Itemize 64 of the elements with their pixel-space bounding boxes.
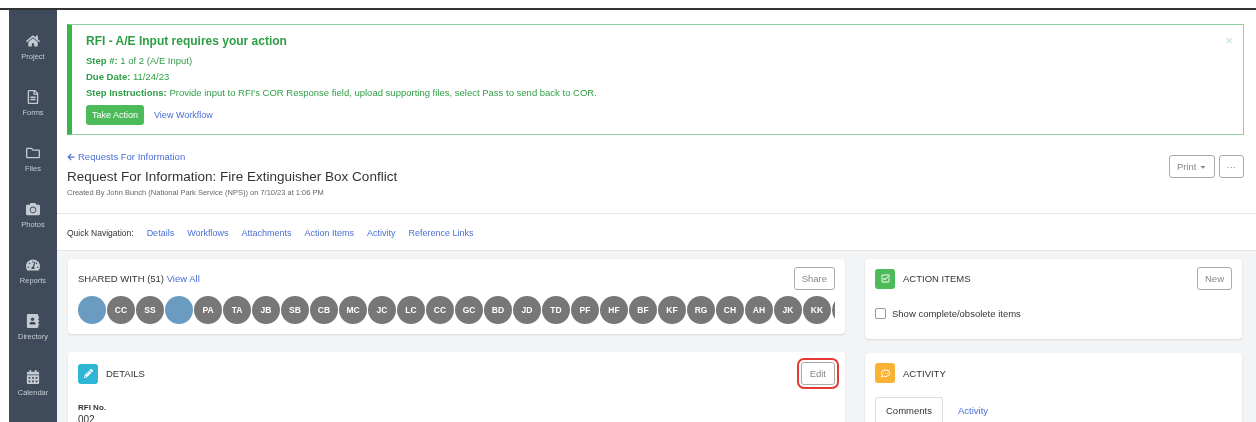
avatar: JD bbox=[513, 296, 541, 324]
quick-navigation-label: Quick Navigation: bbox=[67, 228, 134, 238]
avatar: CC bbox=[107, 296, 135, 324]
avatar: JB bbox=[252, 296, 280, 324]
back-link[interactable]: Requests For Information bbox=[67, 151, 398, 162]
avatar: JK bbox=[774, 296, 802, 324]
details-title: DETAILS bbox=[106, 368, 145, 379]
page-title: Request For Information: Fire Extinguisher Box Conflict bbox=[67, 169, 398, 184]
quick-nav-link[interactable]: Activity bbox=[367, 228, 396, 238]
avatar: PA bbox=[194, 296, 222, 324]
avatar: CH bbox=[716, 296, 744, 324]
avatar-photo-placeholder bbox=[78, 296, 106, 324]
avatar: KF bbox=[658, 296, 686, 324]
avatar-photo-placeholder bbox=[165, 296, 193, 324]
banner-line: Due Date: 11/24/23 bbox=[86, 71, 171, 82]
checkbox-label: Show complete/obsolete items bbox=[892, 308, 1021, 319]
new-button[interactable]: New bbox=[1197, 267, 1232, 290]
quick-nav-link[interactable]: Action Items bbox=[304, 228, 355, 238]
calendar-icon bbox=[26, 370, 40, 384]
avatar: AH bbox=[745, 296, 773, 324]
field-label: RFI No. bbox=[78, 403, 107, 412]
arrow-left-icon bbox=[67, 152, 75, 161]
quick-nav-link[interactable]: Workflows bbox=[187, 228, 229, 238]
avatar: GC bbox=[455, 296, 483, 324]
document-icon bbox=[26, 90, 40, 104]
avatar: JC bbox=[368, 296, 396, 324]
avatar: PF bbox=[571, 296, 599, 324]
avatar: MC bbox=[339, 296, 367, 324]
activity-title: ACTIVITY bbox=[903, 367, 946, 379]
avatar: TA bbox=[223, 296, 251, 324]
action-items-title: ACTION ITEMS bbox=[903, 273, 971, 284]
checkbox-icon bbox=[875, 268, 895, 289]
avatar: RG bbox=[687, 296, 715, 324]
avatar: SB bbox=[281, 296, 309, 324]
avatar: CC bbox=[426, 296, 454, 324]
pencil-icon bbox=[78, 363, 98, 384]
avatar: KK bbox=[803, 296, 831, 324]
avatar: TD bbox=[542, 296, 570, 324]
folder-icon bbox=[26, 146, 40, 160]
banner-line: Step #: 1 of 2 (A/E Input) bbox=[86, 55, 194, 66]
share-button[interactable]: Share bbox=[793, 267, 835, 290]
comment-icon bbox=[875, 363, 895, 383]
banner-title: RFI - A/E Input requires your action bbox=[86, 34, 288, 48]
view-all-link[interactable]: View All bbox=[166, 273, 200, 284]
more-button[interactable]: ··· bbox=[1218, 155, 1244, 178]
avatar: LC bbox=[397, 296, 425, 324]
view-workflow-link[interactable]: View Workflow bbox=[154, 110, 213, 120]
avatar: BD bbox=[484, 296, 512, 324]
home-icon bbox=[26, 34, 40, 48]
avatar: CB bbox=[310, 296, 338, 324]
shared-with-title: SHARED WITH (51) View All bbox=[78, 273, 200, 284]
banner-line: Step Instructions: Provide input to RFI's COR Response field, upload supporting files, select Pass to send back to COR. bbox=[86, 87, 598, 98]
avatar: SS bbox=[136, 296, 164, 324]
gauge-icon bbox=[26, 258, 40, 272]
avatar: HF bbox=[600, 296, 628, 324]
avatar: BF bbox=[629, 296, 657, 324]
quick-nav-link[interactable]: Reference Links bbox=[408, 228, 474, 238]
quick-nav-link[interactable]: Details bbox=[146, 228, 175, 238]
contact-book-icon bbox=[26, 314, 40, 328]
checkbox[interactable] bbox=[875, 308, 886, 319]
quick-nav-link[interactable]: Attachments bbox=[241, 228, 292, 238]
tab[interactable]: Comments bbox=[875, 397, 943, 422]
camera-icon bbox=[26, 202, 40, 216]
print-button[interactable]: Print bbox=[1168, 155, 1215, 178]
